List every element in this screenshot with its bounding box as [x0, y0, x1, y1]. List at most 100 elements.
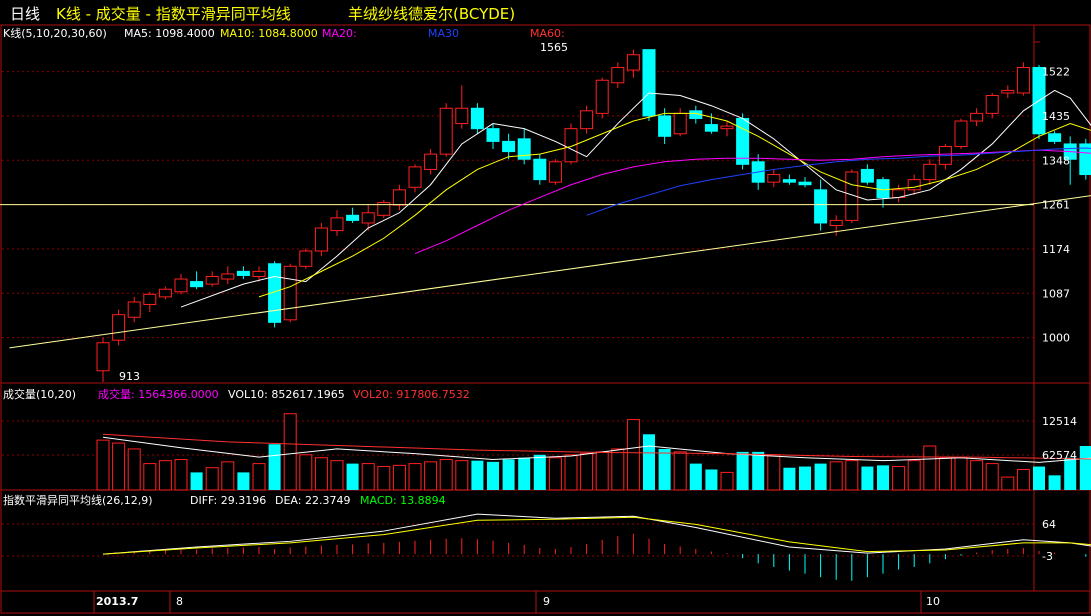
candle-body[interactable]: [548, 161, 562, 183]
candle-body[interactable]: [829, 219, 843, 227]
candle-body[interactable]: [533, 158, 547, 181]
candle-body[interactable]: [190, 281, 204, 288]
candle-body[interactable]: [252, 270, 266, 277]
candle-body[interactable]: [174, 278, 188, 293]
candle-body[interactable]: [985, 95, 999, 114]
volume-bar[interactable]: [970, 460, 984, 491]
candle-body[interactable]: [704, 124, 718, 132]
volume-bar[interactable]: [1001, 476, 1015, 491]
volume-bar[interactable]: [174, 458, 188, 491]
volume-bar[interactable]: [533, 454, 546, 490]
volume-bar[interactable]: [487, 461, 499, 490]
volume-bar[interactable]: [252, 463, 266, 491]
candles[interactable]: [96, 49, 1091, 382]
candle-body[interactable]: [642, 49, 656, 117]
candle-body[interactable]: [158, 288, 172, 298]
candle-body[interactable]: [782, 179, 796, 183]
candle-body[interactable]: [595, 79, 609, 114]
volume-bar[interactable]: [205, 467, 219, 491]
period-label[interactable]: 日线: [10, 5, 40, 23]
volume-bar[interactable]: [938, 457, 952, 491]
candle-body[interactable]: [860, 168, 874, 183]
volume-bar[interactable]: [799, 466, 811, 490]
volume-bar[interactable]: [268, 444, 281, 490]
volume-bar[interactable]: [736, 451, 749, 490]
volume-bar[interactable]: [907, 460, 921, 491]
volume-bar[interactable]: [408, 463, 422, 491]
candle-body[interactable]: [673, 112, 687, 135]
candle-body[interactable]: [314, 227, 328, 252]
volume-bar[interactable]: [767, 454, 781, 491]
candle-body[interactable]: [1048, 133, 1062, 142]
candle-body[interactable]: [876, 179, 890, 198]
volume-bar[interactable]: [752, 451, 765, 490]
candle-body[interactable]: [470, 107, 484, 130]
volume-bar[interactable]: [377, 466, 391, 491]
volume-bar[interactable]: [705, 469, 718, 490]
volume-bar[interactable]: [439, 458, 453, 491]
volume-bar[interactable]: [595, 451, 609, 491]
candle-body[interactable]: [720, 125, 734, 130]
volume-bar[interactable]: [424, 461, 438, 491]
volume-bar[interactable]: [112, 442, 126, 491]
volume-bar[interactable]: [783, 467, 796, 490]
volume-bar[interactable]: [954, 457, 968, 491]
candle-body[interactable]: [502, 140, 516, 153]
volume-bar[interactable]: [985, 463, 999, 491]
candle-body[interactable]: [221, 273, 235, 280]
candle-body[interactable]: [439, 107, 453, 155]
volume-bar[interactable]: [158, 460, 172, 491]
candle-body[interactable]: [1001, 89, 1015, 94]
candle-body[interactable]: [361, 212, 375, 224]
volume-bar[interactable]: [861, 466, 874, 490]
volume-bar[interactable]: [127, 448, 141, 491]
volume-bar[interactable]: [877, 465, 889, 490]
candle-body[interactable]: [283, 265, 297, 321]
volume-bar[interactable]: [96, 439, 110, 491]
volume-bar[interactable]: [221, 461, 235, 491]
volume-bar[interactable]: [392, 464, 406, 491]
volume-bar[interactable]: [643, 434, 655, 490]
volume-bar[interactable]: [143, 463, 157, 491]
candle-body[interactable]: [814, 189, 828, 224]
volume-bar[interactable]: [330, 460, 344, 491]
candle-body[interactable]: [658, 115, 672, 137]
volume-bar[interactable]: [346, 463, 359, 490]
volume-bar[interactable]: [299, 454, 313, 491]
volume-bar[interactable]: [548, 457, 562, 491]
volume-bar[interactable]: [720, 471, 734, 491]
candle-body[interactable]: [346, 214, 360, 221]
volume-bar[interactable]: [626, 419, 640, 491]
candle-body[interactable]: [767, 174, 781, 183]
volume-bar[interactable]: [1079, 446, 1091, 490]
candle-body[interactable]: [424, 153, 438, 170]
volume-bar[interactable]: [845, 460, 859, 491]
volume-bar[interactable]: [673, 451, 687, 491]
candle-body[interactable]: [907, 179, 921, 191]
candle-body[interactable]: [923, 163, 937, 181]
volume-bar[interactable]: [471, 460, 484, 490]
candle-body[interactable]: [392, 189, 406, 206]
candle-body[interactable]: [143, 293, 157, 306]
volume-bar[interactable]: [829, 461, 843, 491]
volume-bar[interactable]: [455, 460, 469, 491]
candle-body[interactable]: [205, 275, 219, 285]
volume-bar[interactable]: [689, 463, 702, 490]
volume-bar[interactable]: [502, 459, 515, 490]
candle-body[interactable]: [970, 112, 984, 122]
candle-body[interactable]: [1016, 66, 1030, 94]
volume-bar[interactable]: [314, 457, 328, 491]
candle-body[interactable]: [626, 54, 640, 71]
candle-body[interactable]: [455, 107, 469, 125]
candle-body[interactable]: [112, 314, 126, 341]
candle-body[interactable]: [408, 166, 422, 188]
candle-body[interactable]: [127, 301, 141, 318]
volume-bar[interactable]: [1033, 466, 1045, 490]
volume-bar[interactable]: [1064, 457, 1077, 490]
candle-body[interactable]: [736, 117, 750, 165]
volume-bar[interactable]: [892, 466, 906, 491]
candle-body[interactable]: [96, 342, 110, 372]
candle-body[interactable]: [236, 270, 250, 276]
candle-body[interactable]: [954, 120, 968, 147]
candle-body[interactable]: [299, 250, 313, 267]
